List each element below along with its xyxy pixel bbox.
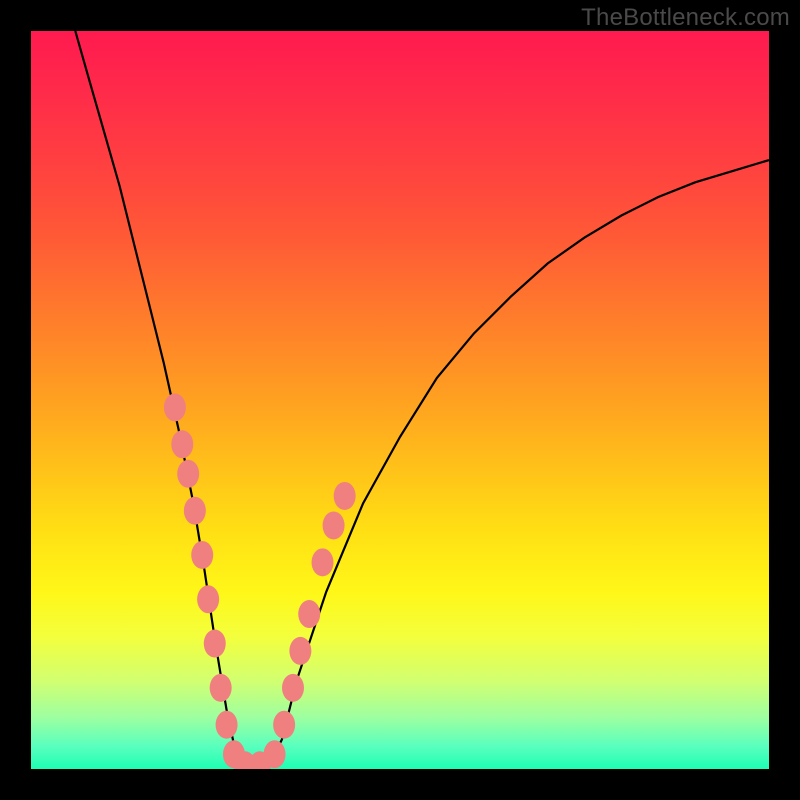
gradient-background [31, 31, 769, 769]
plot-area [31, 31, 769, 769]
watermark-text: TheBottleneck.com [581, 4, 790, 32]
